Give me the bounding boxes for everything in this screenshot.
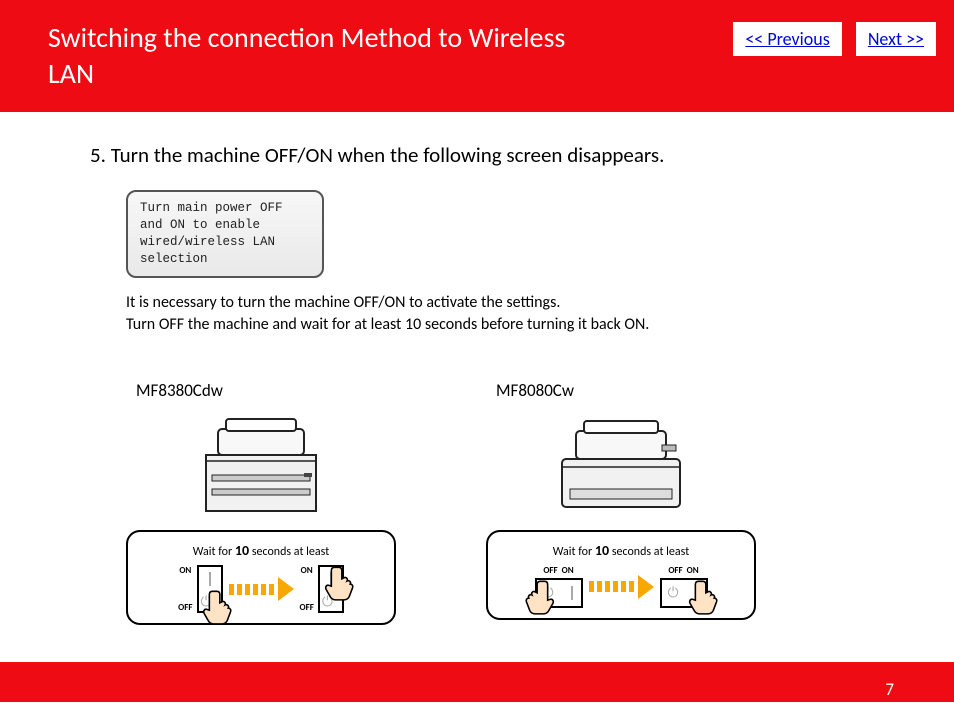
on-label: ON [560, 565, 576, 576]
model-a-label: MF8380Cdw [126, 380, 396, 401]
progress-dots-icon [589, 581, 634, 592]
nav-buttons: << Previous Next >> [733, 22, 936, 56]
model-b-block: MF8080Cw Wait for 10 seconds at least O [486, 380, 756, 625]
rocker-switch-icon: ⏻ [318, 565, 344, 613]
rocker-switch-icon: ⏻ [197, 565, 223, 613]
arrow-right-icon [278, 577, 294, 601]
switch-b-right: OFF ON ⏻ [660, 565, 708, 608]
arrow-right-icon [638, 575, 654, 599]
off-label: OFF [300, 602, 314, 613]
previous-button[interactable]: << Previous [733, 22, 841, 56]
next-button[interactable]: Next >> [856, 22, 936, 56]
rocker-switch-icon: ⏻ [535, 578, 583, 608]
footer-strip [0, 702, 954, 716]
on-label: ON [300, 565, 314, 576]
models-row: MF8380Cdw Wait for 10 seconds at least [126, 380, 864, 625]
printer-b-icon [536, 409, 706, 515]
model-b-label: MF8080Cw [486, 380, 756, 401]
model-a-block: MF8380Cdw Wait for 10 seconds at least [126, 380, 396, 625]
switch-a-right: ON OFF ⏻ [300, 565, 344, 613]
page-header: Switching the connection Method to Wirel… [0, 0, 954, 112]
switch-row-a: ON OFF ⏻ [142, 565, 380, 613]
switch-panel-b: Wait for 10 seconds at least OFF ON ⏻ [486, 530, 756, 620]
on-label: ON [178, 565, 192, 576]
on-label: ON [685, 565, 701, 576]
off-label: OFF [541, 565, 559, 576]
wait-text-b: Wait for 10 seconds at least [502, 542, 740, 559]
wait-text-a: Wait for 10 seconds at least [142, 542, 380, 559]
note-text: It is necessary to turn the machine OFF/… [126, 292, 864, 337]
switch-panel-a: Wait for 10 seconds at least ON OFF ⏻ [126, 530, 396, 625]
step-instruction: 5. Turn the machine OFF/ON when the foll… [90, 142, 864, 168]
progress-dots-icon [229, 584, 274, 595]
content-area: 5. Turn the machine OFF/ON when the foll… [0, 112, 954, 625]
page-title: Switching the connection Method to Wirel… [48, 20, 608, 93]
note-line-1: It is necessary to turn the machine OFF/… [126, 293, 560, 312]
off-label: OFF [178, 602, 192, 613]
rocker-switch-icon: ⏻ [660, 578, 708, 608]
lcd-screen-message: Turn main power OFF and ON to enable wir… [126, 190, 324, 278]
switch-b-left: OFF ON ⏻ [535, 565, 583, 608]
note-line-2: Turn OFF the machine and wait for at lea… [126, 315, 649, 334]
off-label: OFF [666, 565, 684, 576]
page-number: 7 [885, 679, 894, 700]
switch-a-left: ON OFF ⏻ [178, 565, 222, 613]
printer-a-icon [176, 409, 346, 515]
switch-row-b: OFF ON ⏻ [502, 565, 740, 608]
